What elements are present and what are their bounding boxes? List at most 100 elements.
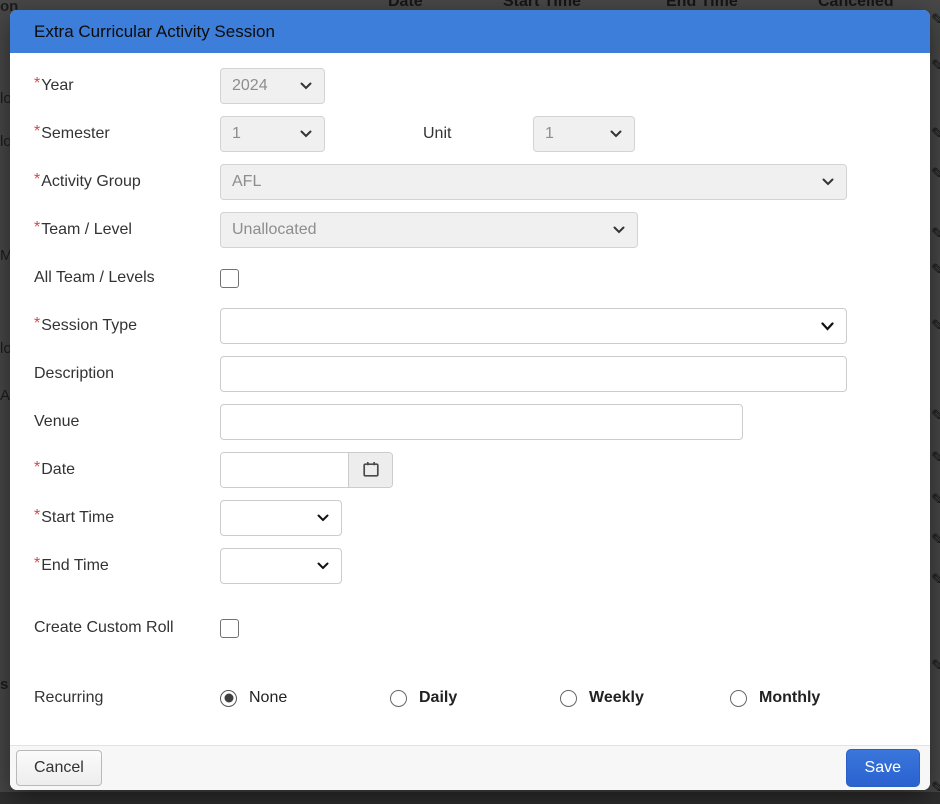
recurring-label-text: Recurring (34, 689, 103, 707)
modal-body: * Year 2024 * Semester 1 (10, 53, 930, 716)
activity-group-select-value: AFL (232, 173, 261, 191)
chevron-down-icon (610, 130, 622, 138)
semester-select: 1 (220, 116, 325, 152)
session-type-label-text: Session Type (41, 317, 137, 335)
recurring-none-label: None (249, 689, 287, 707)
recurring-monthly-label: Monthly (759, 689, 820, 707)
venue-input[interactable] (220, 404, 743, 440)
pencil-icon: ✎ (931, 532, 940, 550)
date-label: * Date (34, 461, 220, 479)
create-custom-roll-label: Create Custom Roll (34, 619, 220, 637)
description-input[interactable] (220, 356, 847, 392)
recurring-daily-label: Daily (419, 689, 457, 707)
recurring-option-none[interactable]: None (220, 689, 390, 707)
create-custom-roll-label-text: Create Custom Roll (34, 619, 174, 637)
field-row-start-time: * Start Time (34, 500, 930, 536)
team-level-label: * Team / Level (34, 221, 220, 239)
year-select: 2024 (220, 68, 325, 104)
modal-header: Extra Curricular Activity Session (10, 10, 930, 53)
pencil-icon: ✎ (931, 126, 940, 144)
pencil-icon: ✎ (931, 492, 940, 510)
end-time-label-text: End Time (41, 557, 109, 575)
save-button[interactable]: Save (846, 749, 920, 787)
recurring-option-weekly[interactable]: Weekly (560, 689, 730, 707)
activity-group-select: AFL (220, 164, 847, 200)
field-row-recurring: Recurring None Daily Weekly (34, 680, 930, 716)
pencil-icon: ✎ (931, 226, 940, 244)
field-row-all-team-levels: All Team / Levels (34, 260, 930, 296)
all-team-levels-label-text: All Team / Levels (34, 269, 155, 287)
field-row-end-time: * End Time (34, 548, 930, 584)
chevron-down-icon (317, 562, 329, 570)
field-row-venue: Venue (34, 404, 930, 440)
date-input-group (220, 452, 393, 488)
required-asterisk: * (34, 123, 40, 141)
description-label: Description (34, 365, 220, 383)
field-row-semester: * Semester 1 Unit 1 (34, 116, 930, 152)
recurring-option-daily[interactable]: Daily (390, 689, 560, 707)
cancel-button[interactable]: Cancel (16, 750, 102, 786)
venue-label: Venue (34, 413, 220, 431)
required-asterisk: * (34, 507, 40, 525)
chevron-down-icon (317, 514, 329, 522)
recurring-option-monthly[interactable]: Monthly (730, 689, 900, 707)
pencil-icon: ✎ (931, 12, 940, 30)
field-row-date: * Date (34, 452, 930, 488)
team-level-select-value: Unallocated (232, 221, 317, 239)
activity-group-label-text: Activity Group (41, 173, 141, 191)
radio-none[interactable] (220, 690, 237, 707)
semester-select-value: 1 (232, 125, 241, 143)
year-select-value: 2024 (232, 77, 268, 95)
pencil-icon: ✎ (931, 318, 940, 336)
radio-monthly[interactable] (730, 690, 747, 707)
page-backdrop: DateStart TimeEnd TimeCancelled onloloMl… (0, 0, 940, 804)
semester-label: * Semester (34, 125, 220, 143)
modal-title: Extra Curricular Activity Session (34, 22, 275, 41)
recurring-weekly-label: Weekly (589, 689, 644, 707)
required-asterisk: * (34, 219, 40, 237)
backdrop-bottom-strip (0, 792, 940, 804)
activity-group-label: * Activity Group (34, 173, 220, 191)
year-label: * Year (34, 77, 220, 95)
pencil-icon: ✎ (931, 58, 940, 76)
pencil-icon: ✎ (931, 572, 940, 590)
semester-label-text: Semester (41, 125, 109, 143)
date-input[interactable] (221, 453, 348, 487)
all-team-levels-label: All Team / Levels (34, 269, 220, 287)
pencil-icon: ✎ (931, 658, 940, 676)
unit-label: Unit (423, 125, 457, 143)
required-asterisk: * (34, 171, 40, 189)
team-level-select: Unallocated (220, 212, 638, 248)
date-picker-button[interactable] (348, 453, 392, 487)
start-time-select[interactable] (220, 500, 342, 536)
required-asterisk: * (34, 315, 40, 333)
start-time-label-text: Start Time (41, 509, 114, 527)
modal-footer: Cancel Save (10, 745, 930, 790)
radio-weekly[interactable] (560, 690, 577, 707)
required-asterisk: * (34, 555, 40, 573)
chevron-down-icon (822, 178, 834, 186)
radio-daily[interactable] (390, 690, 407, 707)
create-custom-roll-checkbox[interactable] (220, 619, 239, 638)
extra-curricular-session-modal: Extra Curricular Activity Session * Year… (10, 10, 930, 790)
required-asterisk: * (34, 459, 40, 477)
all-team-levels-checkbox[interactable] (220, 269, 239, 288)
pencil-icon: ✎ (931, 166, 940, 184)
chevron-down-icon (821, 322, 834, 331)
venue-label-text: Venue (34, 413, 79, 431)
end-time-select[interactable] (220, 548, 342, 584)
start-time-label: * Start Time (34, 509, 220, 527)
field-row-create-custom-roll: Create Custom Roll (34, 610, 930, 646)
calendar-icon (361, 459, 381, 482)
session-type-label: * Session Type (34, 317, 220, 335)
field-row-team-level: * Team / Level Unallocated (34, 212, 930, 248)
recurring-radio-group: None Daily Weekly Monthly (220, 689, 900, 707)
session-type-select[interactable] (220, 308, 847, 344)
end-time-label: * End Time (34, 557, 220, 575)
team-level-label-text: Team / Level (41, 221, 132, 239)
field-row-session-type: * Session Type (34, 308, 930, 344)
chevron-down-icon (300, 130, 312, 138)
recurring-label: Recurring (34, 689, 220, 707)
required-asterisk: * (34, 75, 40, 93)
field-row-year: * Year 2024 (34, 68, 930, 104)
